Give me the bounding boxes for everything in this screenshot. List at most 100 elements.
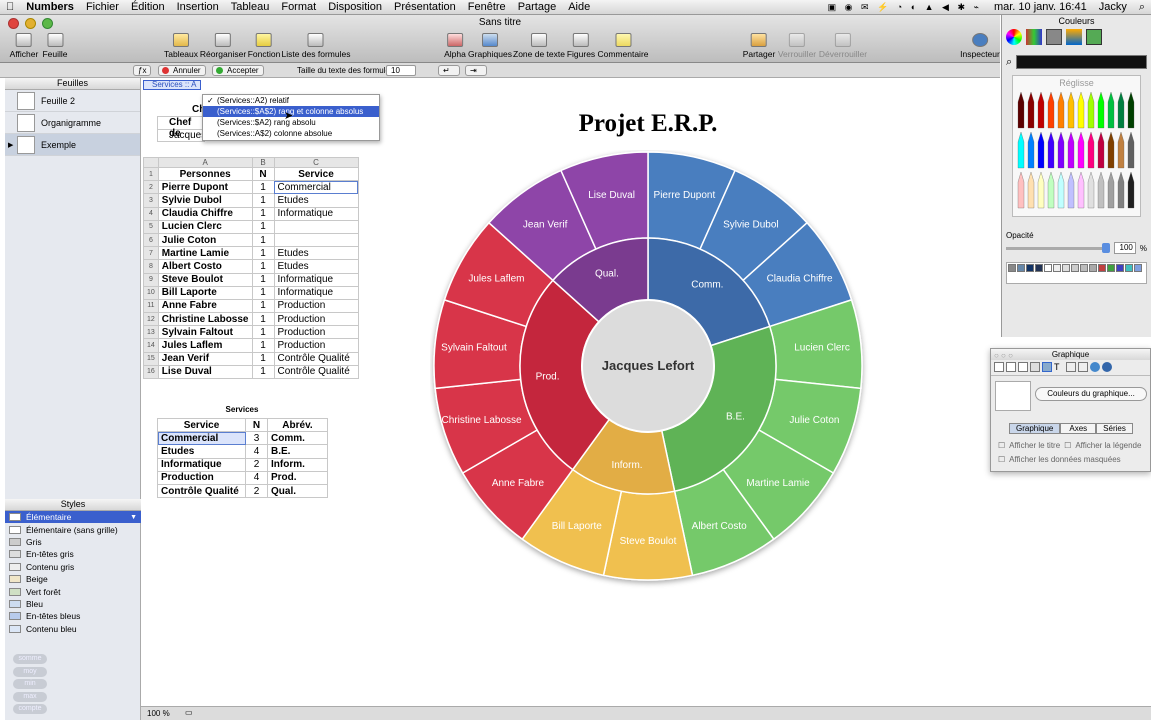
crayon[interactable] <box>1127 171 1135 209</box>
crayon[interactable] <box>1027 171 1035 209</box>
cell-service[interactable]: Informatique <box>157 457 246 472</box>
tableaux-button[interactable]: Tableaux <box>164 33 198 59</box>
menu-user[interactable]: Jacky <box>1093 1 1133 13</box>
magnifier-icon[interactable]: ⌕ <box>1006 56 1012 69</box>
favorite-swatch[interactable] <box>1053 264 1061 272</box>
crayon[interactable] <box>1057 171 1065 209</box>
cell-n[interactable]: 1 <box>251 298 275 314</box>
formula-right-button[interactable]: ⇥ <box>465 65 487 76</box>
cell-n[interactable]: 1 <box>251 193 275 208</box>
inspecteur-button[interactable]: Inspecteur <box>960 33 1000 59</box>
favorite-swatch[interactable] <box>1116 264 1124 272</box>
table-row[interactable]: 9 Steve Boulot 1 Informatique <box>143 272 359 287</box>
style-item[interactable]: En-têtes bleus <box>5 610 141 622</box>
cell-n[interactable]: 1 <box>251 180 275 195</box>
favorite-swatch[interactable] <box>1035 264 1043 272</box>
crayon[interactable] <box>1087 91 1095 129</box>
table-row[interactable]: 14 Jules Laflem 1 Production <box>143 338 359 353</box>
menu-item-absolute-col[interactable]: (Services::A$2) colonne absolue <box>203 128 379 139</box>
color-wheel-icon[interactable] <box>1006 29 1022 45</box>
menu-insertion[interactable]: Insertion <box>171 1 225 13</box>
crayon[interactable] <box>1017 171 1025 209</box>
cell-personne[interactable]: Pierre Dupont <box>157 180 253 195</box>
crayon[interactable] <box>1107 171 1115 209</box>
func-compte[interactable]: compte <box>13 704 47 714</box>
crayon[interactable] <box>1047 91 1055 129</box>
cell-personne[interactable]: Sylvain Faltout <box>157 325 253 340</box>
cell-service[interactable]: Etudes <box>273 259 359 274</box>
cell-service[interactable]: Contrôle Qualité <box>273 364 359 380</box>
crayon[interactable] <box>1077 171 1085 209</box>
cell-n[interactable]: 1 <box>251 325 275 340</box>
crayon[interactable] <box>1037 131 1045 169</box>
crayon[interactable] <box>1097 171 1105 209</box>
style-item[interactable]: Bleu <box>5 598 141 610</box>
table-row[interactable]: 7 Martine Lamie 1 Etudes <box>143 246 359 261</box>
cell-service[interactable]: Production <box>273 338 359 353</box>
favorite-swatch[interactable] <box>1071 264 1079 272</box>
favorite-swatch[interactable] <box>1017 264 1025 272</box>
crayon[interactable] <box>1107 91 1115 129</box>
cell-n[interactable]: 1 <box>251 272 275 287</box>
checkbox-show-hidden[interactable]: ☐ <box>998 455 1005 464</box>
graphiques-button[interactable]: Graphiques <box>468 33 512 59</box>
quicktime-inspector-icon[interactable] <box>1102 362 1112 372</box>
crayon[interactable] <box>1097 91 1105 129</box>
crayon[interactable] <box>1067 131 1075 169</box>
cell-service[interactable]: Etudes <box>157 444 246 459</box>
crayon[interactable] <box>1127 131 1135 169</box>
favorite-swatch[interactable] <box>1008 264 1016 272</box>
chart-colors-button[interactable]: Couleurs du graphique... <box>1035 387 1147 401</box>
color-palettes-icon[interactable] <box>1046 29 1062 45</box>
chart-inspector-icon[interactable] <box>1042 362 1052 372</box>
crayon[interactable] <box>1097 131 1105 169</box>
checkbox-show-legend[interactable]: ☐ <box>1064 441 1071 450</box>
cell-abrev[interactable]: Comm. <box>267 431 328 446</box>
table-row[interactable]: 5 Lucien Clerc 1 <box>143 219 359 234</box>
commentaire-button[interactable]: Commentaire <box>597 33 649 59</box>
status-icons[interactable]: ▣ ◉ ✉ ⚡ ◔ ◐ ▲ ◀ ✱ ⌁ <box>822 2 988 13</box>
menu-presentation[interactable]: Présentation <box>388 1 462 13</box>
table-row[interactable]: 6 Julie Coton 1 <box>143 232 359 248</box>
cell-n[interactable]: 1 <box>251 364 275 380</box>
tab-graphique[interactable]: Graphique <box>1009 423 1061 434</box>
crayons-icon[interactable] <box>1086 29 1102 45</box>
cell-service[interactable]: Etudes <box>273 193 359 208</box>
cell-service[interactable]: Etudes <box>273 246 359 261</box>
cell-n[interactable]: 2 <box>245 457 268 472</box>
metrics-inspector-icon[interactable] <box>1078 362 1088 372</box>
cell-service[interactable]: Informatique <box>273 272 359 287</box>
crayon[interactable] <box>1087 171 1095 209</box>
crayon[interactable] <box>1067 171 1075 209</box>
style-item[interactable]: Beige <box>5 573 141 585</box>
crayon[interactable] <box>1047 131 1055 169</box>
color-sliders-icon[interactable] <box>1026 29 1042 45</box>
opacity-field[interactable]: 100 <box>1113 242 1136 254</box>
disclosure-icon[interactable]: ▶ <box>8 141 13 149</box>
cell-service[interactable] <box>273 232 359 248</box>
page-view-icon[interactable]: ▭ <box>185 708 193 717</box>
cell-personne[interactable]: Bill Laporte <box>157 285 253 300</box>
menu-tableau[interactable]: Tableau <box>225 1 276 13</box>
cell-personne[interactable]: Claudia Chiffre <box>157 206 253 221</box>
crayon[interactable] <box>1017 131 1025 169</box>
favorite-swatch[interactable] <box>1026 264 1034 272</box>
table-inspector-icon[interactable] <box>1018 362 1028 372</box>
favorite-swatch[interactable] <box>1098 264 1106 272</box>
cell-n[interactable]: 1 <box>251 259 275 274</box>
cell-n[interactable]: 1 <box>251 232 275 248</box>
cell-abrev[interactable]: Prod. <box>267 470 328 485</box>
style-item[interactable]: Vert forêt <box>5 585 141 597</box>
menu-partage[interactable]: Partage <box>512 1 563 13</box>
crayon[interactable] <box>1027 91 1035 129</box>
table-row[interactable]: Etudes 4 B.E. <box>157 444 328 459</box>
services-table[interactable]: Service N Abrév. Commercial 3 Comm. Etudes 4 B.… <box>157 417 328 499</box>
table-row[interactable]: 13 Sylvain Faltout 1 Production <box>143 325 359 340</box>
opacity-slider-knob[interactable] <box>1101 242 1110 253</box>
crayon[interactable] <box>1127 91 1135 129</box>
table-row[interactable]: Commercial 3 Comm. <box>157 431 328 446</box>
cell-n[interactable]: 1 <box>251 351 275 366</box>
cell-personne[interactable]: Julie Coton <box>157 232 253 248</box>
menu-aide[interactable]: Aide <box>562 1 596 13</box>
image-palette-icon[interactable] <box>1066 29 1082 45</box>
